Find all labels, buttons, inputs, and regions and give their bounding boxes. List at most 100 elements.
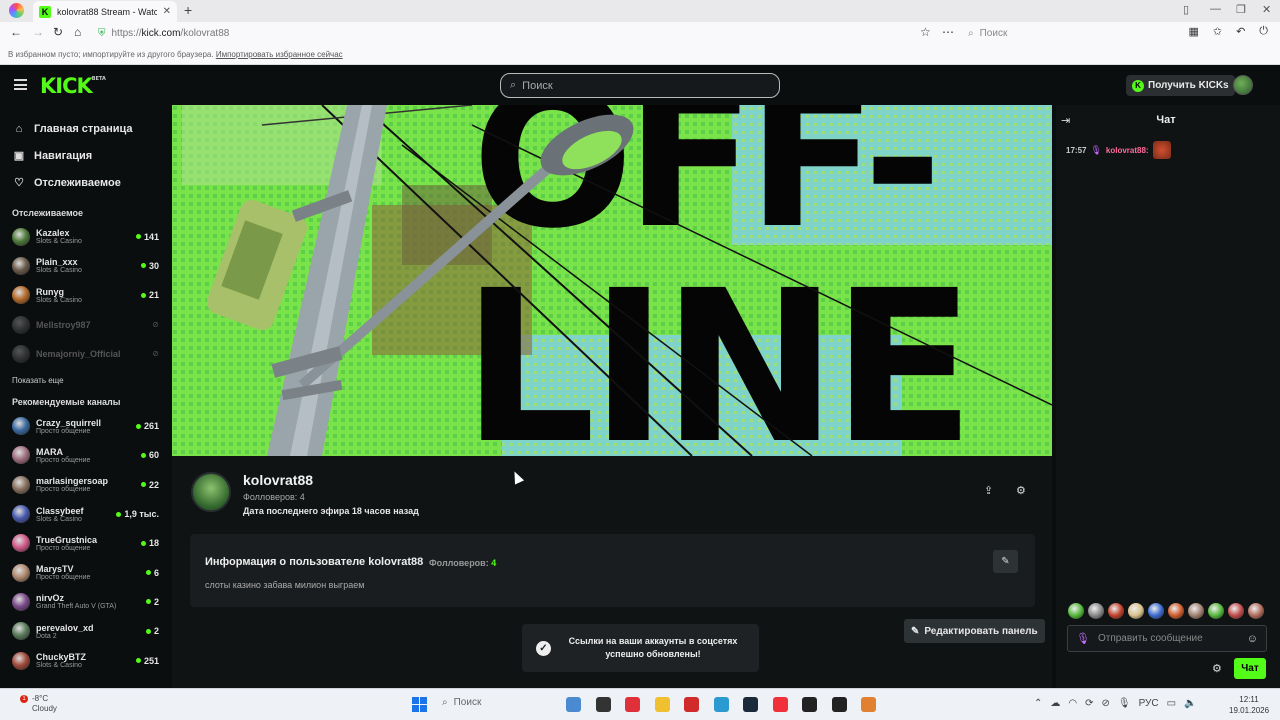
streamer-name[interactable]: kolovrat88 bbox=[243, 472, 313, 488]
forward-button[interactable]: → bbox=[32, 25, 44, 39]
files-app-icon[interactable] bbox=[595, 697, 611, 712]
browser-app-icon[interactable] bbox=[861, 697, 876, 712]
channel-item[interactable]: Kazalex Slots & Casino 141 bbox=[0, 222, 170, 251]
channel-info: Runyg Slots & Casino bbox=[36, 287, 141, 304]
channel-item[interactable]: nirvOz Grand Theft Auto V (GTA) 2 bbox=[0, 587, 170, 616]
network-icon[interactable]: ▭ bbox=[1167, 698, 1176, 709]
viewer-count: 6 bbox=[145, 568, 159, 578]
viewer-count: 261 bbox=[135, 421, 159, 431]
wps-app-icon[interactable] bbox=[684, 697, 699, 712]
wifi-icon[interactable]: ◠ bbox=[1068, 698, 1077, 709]
channel-info: marlasingersoap Просто общение bbox=[36, 476, 141, 493]
emote-icon[interactable] bbox=[1088, 603, 1104, 619]
channel-item[interactable]: Classybeef Slots & Casino 1,9 тыс. bbox=[0, 499, 170, 528]
clock[interactable]: 12:11 19.01.2026 bbox=[1229, 694, 1269, 716]
minimize-button[interactable]: — bbox=[1210, 3, 1221, 15]
channel-item[interactable]: marlasingersoap Просто общение 22 bbox=[0, 470, 170, 499]
kick-logo[interactable]: KICKBETA bbox=[40, 74, 106, 98]
power-icon[interactable]: ⏻ bbox=[1259, 25, 1268, 38]
back-button[interactable]: ← bbox=[10, 25, 22, 39]
channel-item[interactable]: Nemajorniy_Official ⊘ bbox=[0, 339, 170, 368]
tab-close-icon[interactable]: ✕ bbox=[163, 6, 171, 17]
explorer-app-icon[interactable] bbox=[654, 697, 670, 712]
emoji-icon[interactable]: ☺ bbox=[1247, 633, 1258, 645]
weather-widget[interactable]: 1 -8°C Cloudy bbox=[20, 694, 57, 714]
restore-button[interactable]: ❐ bbox=[1236, 3, 1246, 16]
channel-item[interactable]: ChuckyBTZ Slots & Casino 251 bbox=[0, 646, 170, 675]
close-window-button[interactable]: ✕ bbox=[1262, 3, 1271, 16]
home-button[interactable]: ⌂ bbox=[74, 25, 81, 39]
emote-icon[interactable] bbox=[1068, 603, 1084, 619]
emote-icon[interactable] bbox=[1108, 603, 1124, 619]
apps-icon[interactable]: ▦ bbox=[1188, 25, 1198, 38]
video-player[interactable]: OFF- LINE bbox=[172, 105, 1052, 456]
telegram-app-icon[interactable] bbox=[713, 697, 729, 712]
live-dot-icon bbox=[140, 540, 146, 546]
browser-tab-active[interactable]: K kolovrat88 Stream - Watch Li ✕ bbox=[33, 1, 177, 22]
yandex-app-icon[interactable] bbox=[772, 697, 788, 712]
chat-input[interactable]: 🎙 Отправить сообщение ☺ bbox=[1067, 625, 1267, 652]
address-bar[interactable]: ⛨ https://kick.com/kolovrat88 bbox=[98, 25, 958, 41]
steam-app-icon[interactable] bbox=[743, 697, 758, 712]
sidebar-nav-item[interactable]: ⌂ Главная страница bbox=[0, 115, 170, 142]
get-kicks-button[interactable]: K Получить KICKs bbox=[1126, 75, 1235, 96]
emote-icon[interactable] bbox=[1148, 603, 1164, 619]
tab-actions-icon[interactable]: ▯ bbox=[1183, 3, 1189, 16]
show-more-link[interactable]: Показать еще bbox=[0, 376, 170, 385]
channel-category: Просто общение bbox=[36, 486, 91, 494]
emote-icon[interactable] bbox=[1188, 603, 1204, 619]
chat-message-time: 17:57 bbox=[1066, 145, 1087, 155]
channel-item[interactable]: perevalov_xd Dota 2 2 bbox=[0, 617, 170, 646]
streamer-avatar[interactable] bbox=[191, 472, 231, 512]
input-language[interactable]: РУС bbox=[1139, 698, 1159, 709]
reload-button[interactable]: ↻ bbox=[53, 25, 63, 39]
user-settings-icon[interactable]: ⚙ bbox=[1016, 484, 1026, 497]
chat-send-button[interactable]: Чат bbox=[1234, 658, 1266, 679]
favorites-icon[interactable]: ✩ bbox=[1213, 25, 1222, 38]
taskbar-search[interactable]: ⌕ Поиск bbox=[442, 697, 481, 708]
browser-search-input[interactable]: ⌕ Поиск bbox=[968, 25, 1168, 41]
import-favorites-link[interactable]: Импортировать избранное сейчас bbox=[216, 50, 343, 59]
channel-item[interactable]: MarysTV Просто общение 6 bbox=[0, 558, 170, 587]
user-avatar[interactable] bbox=[1233, 75, 1253, 95]
channel-item[interactable]: Runyg Slots & Casino 21 bbox=[0, 281, 170, 310]
sync-icon[interactable]: ⟳ bbox=[1085, 698, 1093, 709]
channel-item[interactable]: Plain_xxx Slots & Casino 30 bbox=[0, 251, 170, 280]
channel-item[interactable]: MARA Просто общение 60 bbox=[0, 441, 170, 470]
volume-icon[interactable]: 🔈 bbox=[1184, 698, 1196, 709]
emote-icon[interactable] bbox=[1248, 603, 1264, 619]
emote-icon[interactable] bbox=[1228, 603, 1244, 619]
emote-icon[interactable] bbox=[1208, 603, 1224, 619]
cloud-icon[interactable]: ☁ bbox=[1050, 698, 1060, 709]
chrome-app-icon[interactable] bbox=[566, 697, 581, 712]
channel-info: Classybeef Slots & Casino bbox=[36, 506, 116, 523]
mic-tray-icon[interactable]: 🎙 bbox=[1118, 698, 1131, 709]
emote-icon[interactable] bbox=[1128, 603, 1144, 619]
channel-item[interactable]: TrueGrustnica Просто общение 18 bbox=[0, 529, 170, 558]
emote-icon[interactable] bbox=[1168, 603, 1184, 619]
viewer-count: 60 bbox=[140, 450, 159, 460]
share-icon[interactable]: ⇪ bbox=[984, 484, 993, 497]
opera-app-icon[interactable] bbox=[625, 697, 640, 712]
edit-panel-button[interactable]: ✎ Редактировать панель bbox=[904, 619, 1045, 643]
browser-logo-icon[interactable] bbox=[9, 3, 24, 18]
new-tab-button[interactable]: + bbox=[184, 2, 192, 18]
channel-item[interactable]: Mellstroy987 ⊘ bbox=[0, 310, 170, 339]
undo-icon[interactable]: ↶ bbox=[1236, 25, 1245, 38]
chat-settings-icon[interactable]: ⚙ bbox=[1212, 662, 1222, 675]
terminal-app-icon[interactable] bbox=[831, 697, 847, 712]
sidebar-nav-item[interactable]: ♡ Отслеживаемое bbox=[0, 169, 170, 196]
sidebar-nav-item[interactable]: ▣ Навигация bbox=[0, 142, 170, 169]
chat-message-user[interactable]: kolovrat88: bbox=[1106, 146, 1149, 155]
mute-icon[interactable]: ⊘ bbox=[1102, 698, 1110, 709]
windows-start-icon[interactable] bbox=[412, 697, 427, 712]
favorite-star-icon[interactable]: ☆ bbox=[920, 25, 931, 39]
site-search-input[interactable]: ⌕ Поиск bbox=[500, 73, 780, 98]
followers-count: Фолловеров: 4 bbox=[243, 492, 305, 502]
channel-item[interactable]: Crazy_squirrell Просто общение 261 bbox=[0, 411, 170, 440]
obs-app-icon[interactable] bbox=[802, 697, 817, 712]
more-icon[interactable]: ⋯ bbox=[942, 25, 954, 39]
edit-about-button[interactable]: ✎ bbox=[993, 550, 1018, 573]
tray-chevron-icon[interactable]: ⌃ bbox=[1034, 698, 1042, 709]
menu-icon[interactable] bbox=[14, 79, 27, 90]
